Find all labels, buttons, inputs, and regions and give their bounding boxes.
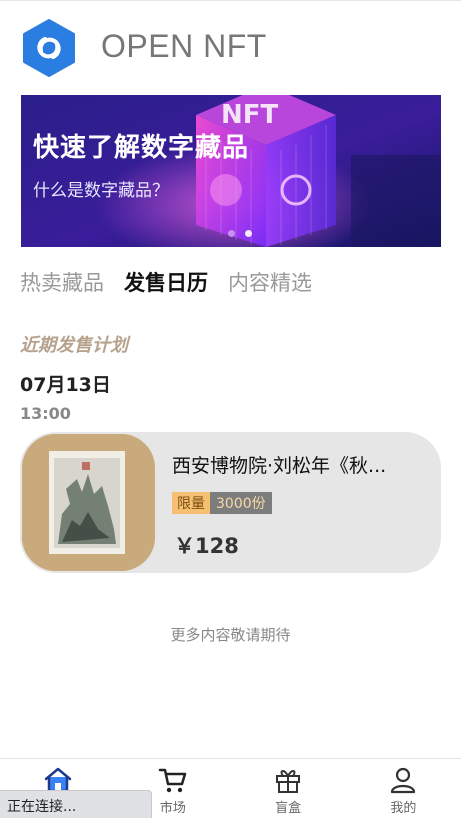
category-tabs: 热卖藏品 发售日历 内容精选 [20,267,312,297]
gift-icon [276,770,301,793]
product-title: 西安博物院·刘松年《秋... [172,455,387,477]
release-date: 07月13日 [20,374,111,396]
user-icon [391,767,416,794]
limit-value: 3000份 [210,492,272,514]
banner-dot-active[interactable] [245,230,252,237]
banner-title: 快速了解数字藏品 [33,133,250,163]
top-divider [0,0,461,1]
nav-label-profile: 我的 [390,801,417,816]
app-logo-icon [23,19,75,77]
limit-label: 限量 [172,492,210,514]
more-coming-text: 更多内容敬请期待 [170,626,291,644]
cart-icon [158,768,187,793]
tab-release-calendar[interactable]: 发售日历 [124,267,208,297]
release-time: 13:00 [20,404,71,423]
section-title: 近期发售计划 [20,335,128,356]
tab-featured-content[interactable]: 内容精选 [228,267,312,297]
product-price: ￥128 [174,534,239,558]
app-title: OPEN NFT [101,28,267,64]
nav-item-profile[interactable]: 我的 [346,759,461,818]
svg-text:NFT: NFT [221,100,279,130]
banner-artwork: NFT [21,95,441,247]
banner-pagination [21,230,441,237]
tab-hot-collections[interactable]: 热卖藏品 [20,267,104,297]
promo-banner[interactable]: NFT 快速了解数字藏品 什么是数字藏品？ [21,95,441,247]
product-card[interactable]: 西安博物院·刘松年《秋... 限量 3000份 ￥128 [20,432,441,573]
app-header: OPEN NFT [0,14,461,84]
banner-subtitle: 什么是数字藏品？ [33,181,169,201]
limit-badge: 限量 3000份 [172,492,272,514]
nav-item-blind-box[interactable]: 盲盒 [231,759,346,818]
product-thumbnail [22,434,155,571]
nav-label-blind-box: 盲盒 [275,801,302,816]
connection-status: 正在连接... [0,790,152,818]
nav-label-market: 市场 [159,801,186,816]
banner-dot[interactable] [228,230,235,237]
